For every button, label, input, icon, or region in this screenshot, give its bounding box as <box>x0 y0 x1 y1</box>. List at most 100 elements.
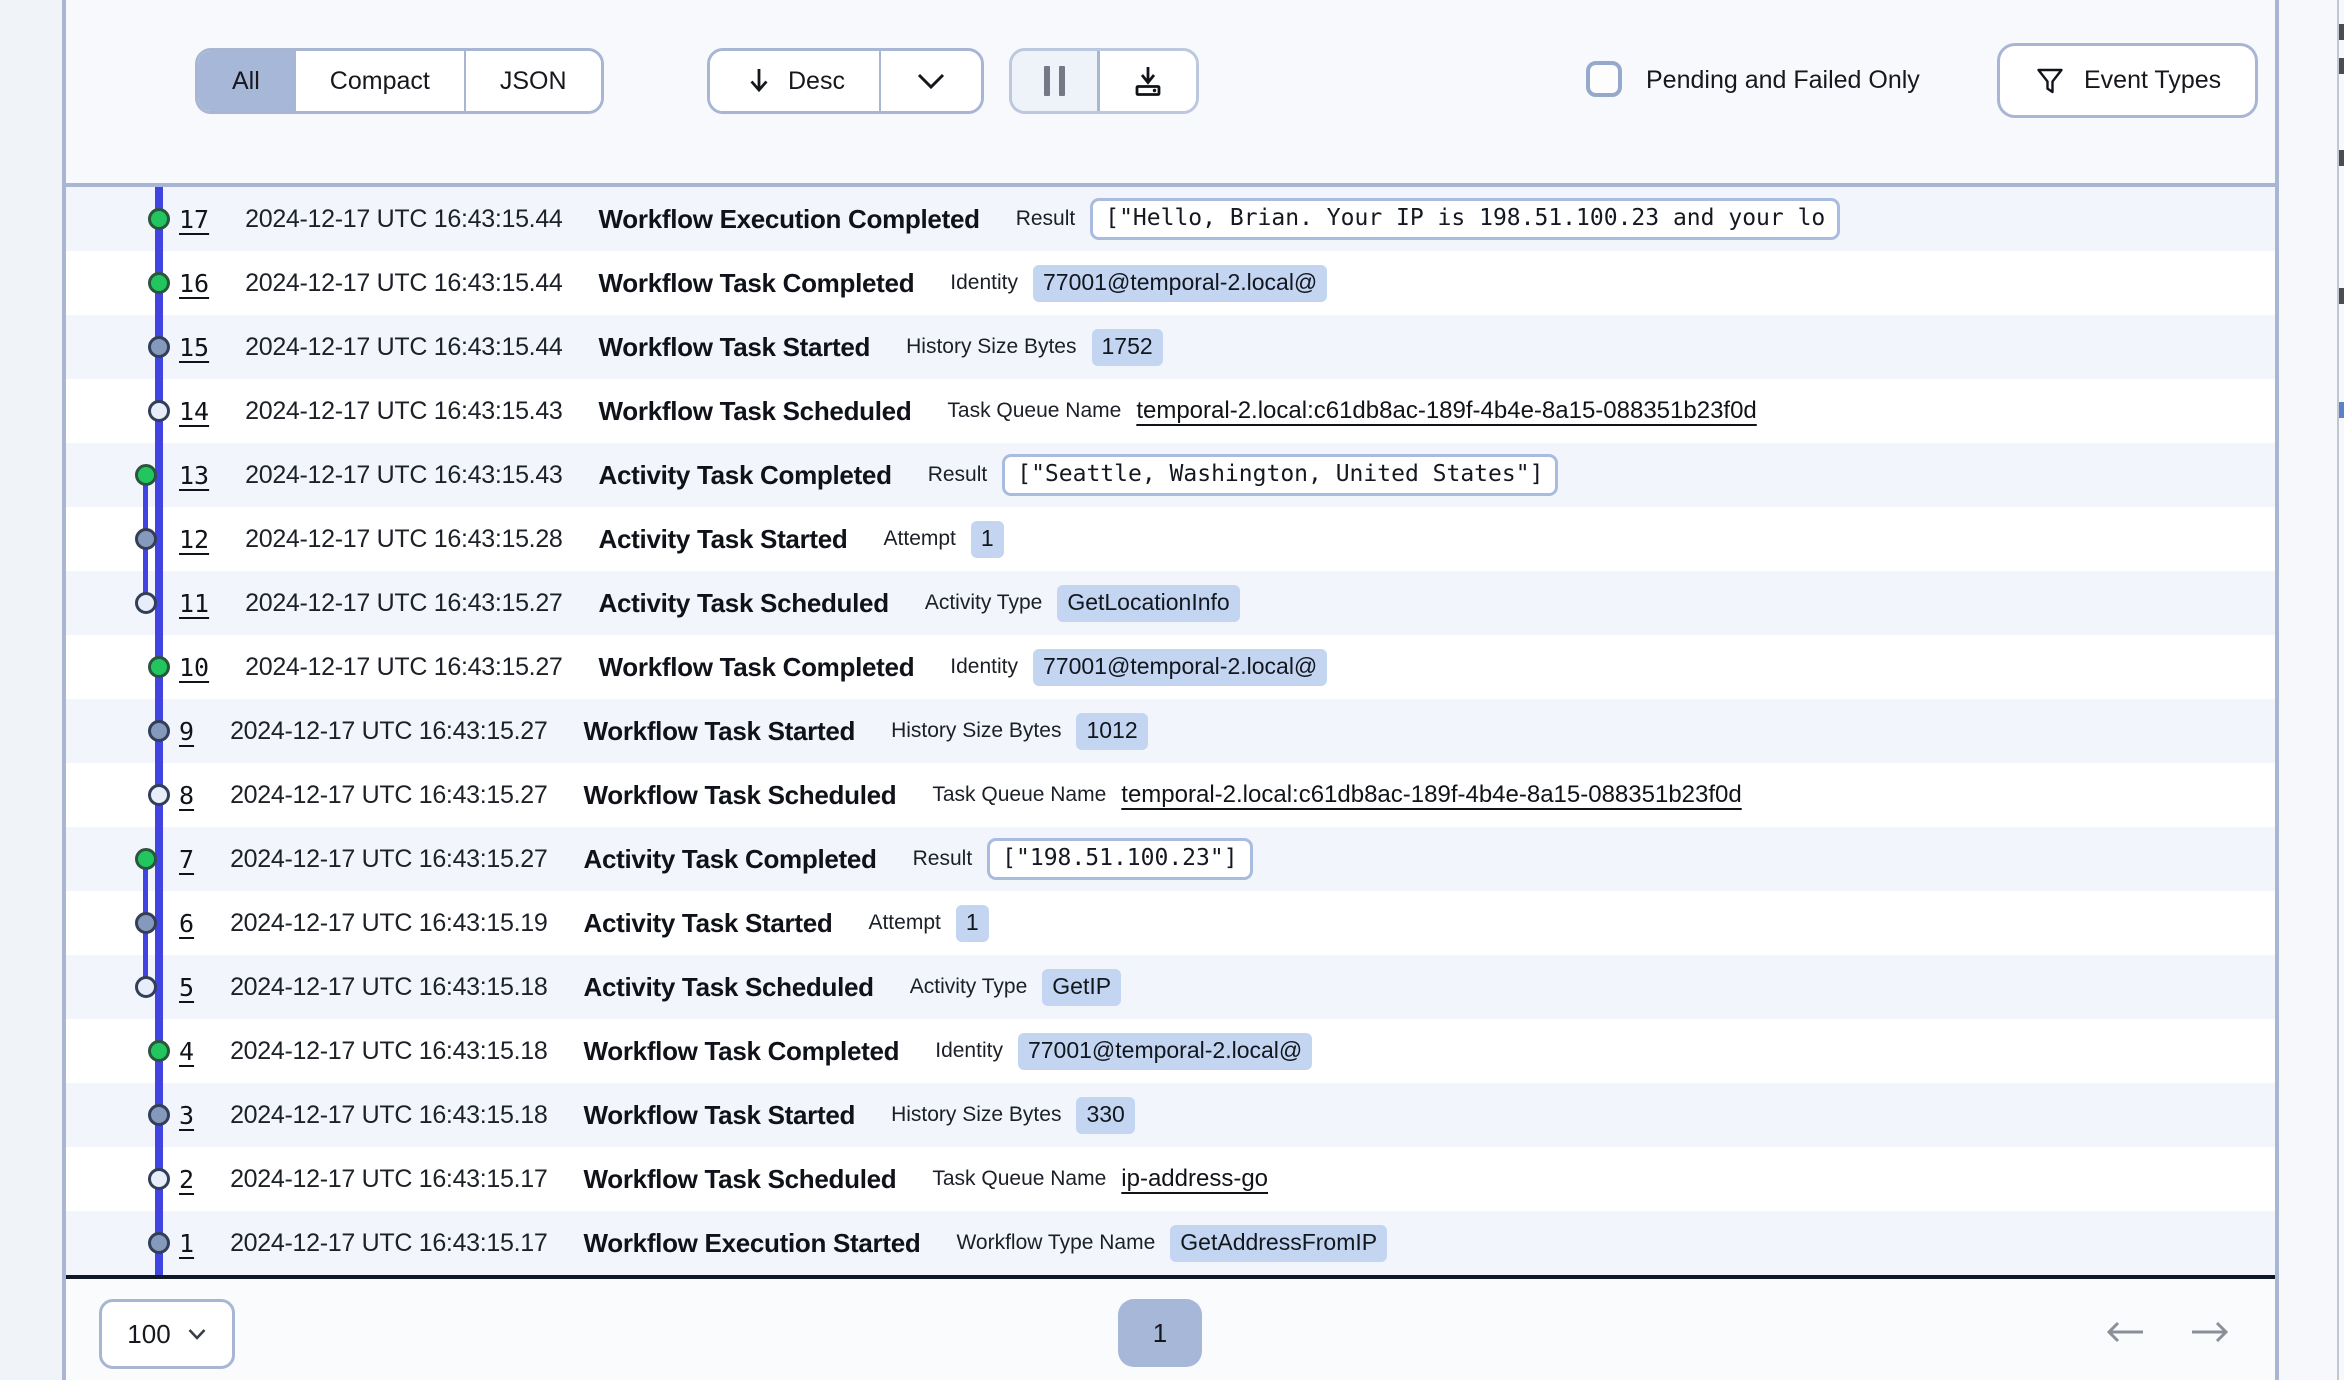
event-history-list: 17 2024-12-17 UTC 16:43:15.44 Workflow E… <box>66 187 2275 1275</box>
event-attr-value: 1 <box>956 905 989 942</box>
event-attr-label: Identity <box>950 271 1018 295</box>
event-row[interactable]: 10 2024-12-17 UTC 16:43:15.27 Workflow T… <box>66 635 2275 699</box>
pagination-footer: 100 1 <box>66 1279 2275 1380</box>
event-timestamp: 2024-12-17 UTC 16:43:15.44 <box>245 205 562 234</box>
event-name: Workflow Task Scheduled <box>583 1164 896 1195</box>
page-number-button[interactable]: 1 <box>1118 1299 1202 1367</box>
event-timestamp: 2024-12-17 UTC 16:43:15.17 <box>230 1229 547 1258</box>
event-id-link[interactable]: 3 <box>179 1101 194 1130</box>
tab-all[interactable]: All <box>198 51 294 111</box>
event-row[interactable]: 8 2024-12-17 UTC 16:43:15.27 Workflow Ta… <box>66 763 2275 827</box>
page-size-select[interactable]: 100 <box>99 1299 235 1369</box>
event-timestamp: 2024-12-17 UTC 16:43:15.18 <box>230 973 547 1002</box>
event-timestamp: 2024-12-17 UTC 16:43:15.19 <box>230 909 547 938</box>
event-id-link[interactable]: 16 <box>179 269 209 298</box>
event-row[interactable]: 14 2024-12-17 UTC 16:43:15.43 Workflow T… <box>66 379 2275 443</box>
event-row[interactable]: 3 2024-12-17 UTC 16:43:15.18 Workflow Ta… <box>66 1083 2275 1147</box>
event-row[interactable]: 6 2024-12-17 UTC 16:43:15.19 Activity Ta… <box>66 891 2275 955</box>
event-attr-value: 77001@temporal-2.local@ <box>1033 265 1327 302</box>
event-row[interactable]: 1 2024-12-17 UTC 16:43:15.17 Workflow Ex… <box>66 1211 2275 1275</box>
event-attribute: Task Queue Name ip-address-go <box>932 1165 1268 1193</box>
event-attr-value[interactable]: temporal-2.local:c61db8ac-189f-4b4e-8a15… <box>1121 781 1741 809</box>
event-row[interactable]: 13 2024-12-17 UTC 16:43:15.43 Activity T… <box>66 443 2275 507</box>
event-attribute: History Size Bytes 1752 <box>906 329 1163 366</box>
sort-split-button: Desc <box>707 48 984 114</box>
event-name: Activity Task Scheduled <box>583 972 873 1003</box>
download-icon <box>1130 64 1166 98</box>
event-id-link[interactable]: 11 <box>179 589 209 618</box>
event-id-link[interactable]: 8 <box>179 781 194 810</box>
pause-button[interactable] <box>1012 51 1097 111</box>
event-attribute: Result ["Hello, Brian. Your IP is 198.51… <box>1016 198 1841 240</box>
event-attr-label: Task Queue Name <box>932 783 1106 807</box>
event-id-link[interactable]: 4 <box>179 1037 194 1066</box>
event-id-link[interactable]: 6 <box>179 909 194 938</box>
event-attr-value[interactable]: ip-address-go <box>1121 1165 1268 1193</box>
filter-funnel-icon <box>2034 65 2066 97</box>
event-id-link[interactable]: 5 <box>179 973 194 1002</box>
event-attribute: Attempt 1 <box>884 521 1004 558</box>
sort-options-button[interactable] <box>879 51 981 111</box>
event-row[interactable]: 7 2024-12-17 UTC 16:43:15.27 Activity Ta… <box>66 827 2275 891</box>
event-timestamp: 2024-12-17 UTC 16:43:15.43 <box>245 461 562 490</box>
sort-label: Desc <box>788 67 845 96</box>
event-id-link[interactable]: 2 <box>179 1165 194 1194</box>
event-attribute: Identity 77001@temporal-2.local@ <box>935 1033 1312 1070</box>
event-id-link[interactable]: 17 <box>179 205 209 234</box>
event-name: Workflow Task Started <box>583 1100 855 1131</box>
previous-page-button[interactable] <box>2103 1319 2147 1345</box>
pending-failed-checkbox[interactable] <box>1586 61 1622 97</box>
event-row[interactable]: 2 2024-12-17 UTC 16:43:15.17 Workflow Ta… <box>66 1147 2275 1211</box>
event-attribute: History Size Bytes 1012 <box>891 713 1148 750</box>
event-row[interactable]: 15 2024-12-17 UTC 16:43:15.44 Workflow T… <box>66 315 2275 379</box>
event-attribute: Identity 77001@temporal-2.local@ <box>950 649 1327 686</box>
event-attr-value[interactable]: temporal-2.local:c61db8ac-189f-4b4e-8a15… <box>1136 397 1756 425</box>
event-types-label: Event Types <box>2084 66 2221 95</box>
tab-compact[interactable]: Compact <box>294 51 464 111</box>
event-attr-value: 330 <box>1076 1097 1134 1134</box>
page-size-value: 100 <box>127 1319 170 1350</box>
event-row[interactable]: 11 2024-12-17 UTC 16:43:15.27 Activity T… <box>66 571 2275 635</box>
event-row[interactable]: 9 2024-12-17 UTC 16:43:15.27 Workflow Ta… <box>66 699 2275 763</box>
tab-json[interactable]: JSON <box>464 51 601 111</box>
event-name: Activity Task Completed <box>583 844 876 875</box>
event-name: Workflow Task Completed <box>583 1036 899 1067</box>
event-timestamp: 2024-12-17 UTC 16:43:15.17 <box>230 1165 547 1194</box>
event-attribute: Identity 77001@temporal-2.local@ <box>950 265 1327 302</box>
event-timestamp: 2024-12-17 UTC 16:43:15.27 <box>230 717 547 746</box>
event-timestamp: 2024-12-17 UTC 16:43:15.27 <box>245 589 562 618</box>
event-name: Workflow Execution Completed <box>599 204 980 235</box>
event-name: Workflow Task Started <box>599 332 871 363</box>
sort-desc-button[interactable]: Desc <box>710 51 879 111</box>
event-history-toolbar: All Compact JSON Desc <box>66 0 2275 183</box>
event-id-link[interactable]: 13 <box>179 461 209 490</box>
event-attribute: Task Queue Name temporal-2.local:c61db8a… <box>932 781 1741 809</box>
event-row[interactable]: 17 2024-12-17 UTC 16:43:15.44 Workflow E… <box>66 187 2275 251</box>
event-id-link[interactable]: 7 <box>179 845 194 874</box>
event-row[interactable]: 16 2024-12-17 UTC 16:43:15.44 Workflow T… <box>66 251 2275 315</box>
download-button[interactable] <box>1097 51 1196 111</box>
event-id-link[interactable]: 14 <box>179 397 209 426</box>
event-id-link[interactable]: 1 <box>179 1229 194 1258</box>
event-name: Activity Task Started <box>599 524 848 555</box>
event-timestamp: 2024-12-17 UTC 16:43:15.44 <box>245 269 562 298</box>
next-page-button[interactable] <box>2188 1319 2232 1345</box>
event-attribute: Result ["198.51.100.23"] <box>913 838 1253 880</box>
event-row[interactable]: 12 2024-12-17 UTC 16:43:15.28 Activity T… <box>66 507 2275 571</box>
event-types-filter-button[interactable]: Event Types <box>1997 43 2258 118</box>
event-id-link[interactable]: 15 <box>179 333 209 362</box>
event-attr-value: 1752 <box>1092 329 1163 366</box>
event-attr-value: ["198.51.100.23"] <box>987 838 1252 880</box>
event-attr-value: 1 <box>971 521 1004 558</box>
event-row[interactable]: 4 2024-12-17 UTC 16:43:15.18 Workflow Ta… <box>66 1019 2275 1083</box>
event-attr-value: ["Seattle, Washington, United States"] <box>1002 454 1558 496</box>
event-attribute: Attempt 1 <box>868 905 988 942</box>
event-attr-label: Identity <box>950 655 1018 679</box>
arrow-down-icon <box>744 65 774 97</box>
event-id-link[interactable]: 9 <box>179 717 194 746</box>
event-id-link[interactable]: 10 <box>179 653 209 682</box>
event-row[interactable]: 5 2024-12-17 UTC 16:43:15.18 Activity Ta… <box>66 955 2275 1019</box>
event-id-link[interactable]: 12 <box>179 525 209 554</box>
event-attr-label: Identity <box>935 1039 1003 1063</box>
event-attr-value: 1012 <box>1076 713 1147 750</box>
